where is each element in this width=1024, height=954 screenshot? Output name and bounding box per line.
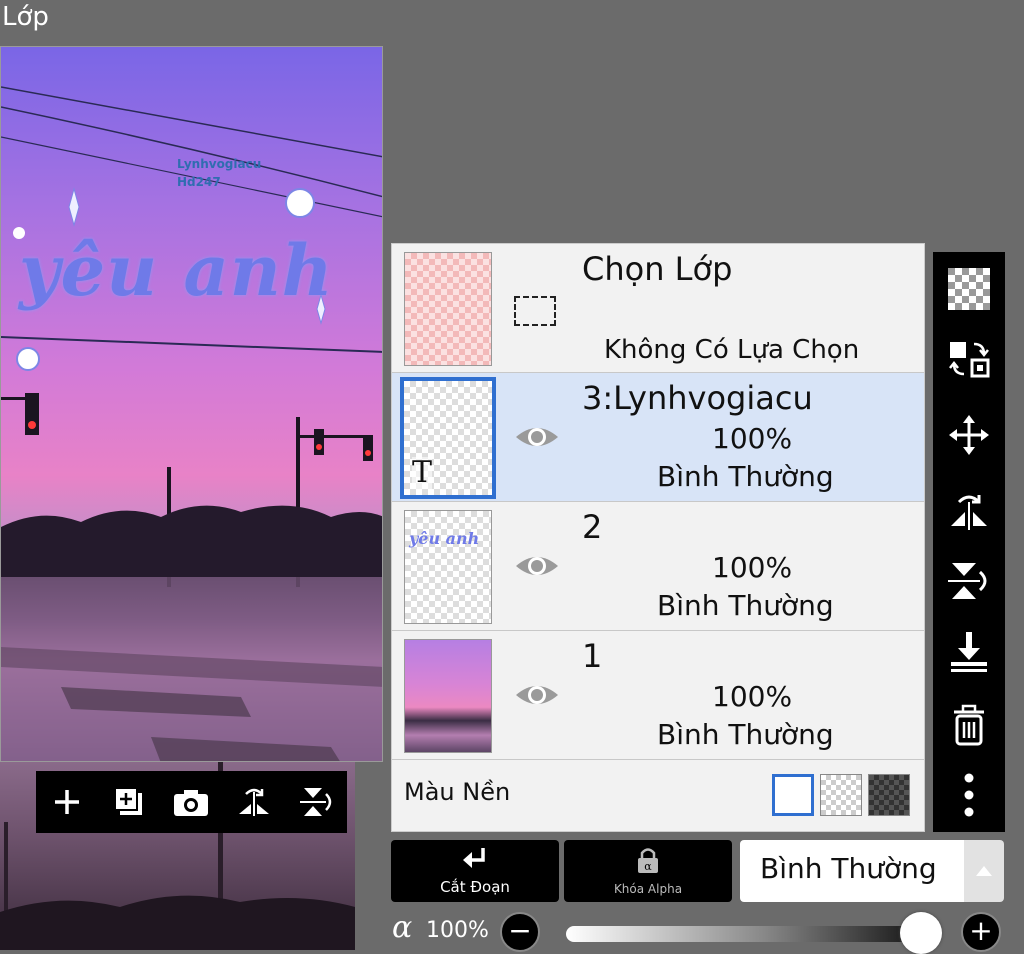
selection-status: Không Có Lựa Chọn	[604, 335, 860, 365]
layer-blend-mode: Bình Thường	[657, 589, 834, 622]
layer-name: 1	[582, 637, 603, 675]
opacity-increase-button[interactable]: +	[961, 912, 1001, 952]
visibility-eye-icon[interactable]	[514, 419, 560, 455]
alpha-lock-button[interactable]: α Khóa Alpha	[564, 840, 732, 902]
selection-marquee-icon	[514, 296, 556, 326]
visibility-eye-icon[interactable]	[514, 677, 560, 713]
duplicate-layer-icon[interactable]	[104, 777, 154, 827]
opacity-slider-track[interactable]	[566, 926, 926, 942]
blend-mode-dropdown-button[interactable]	[964, 840, 1004, 902]
canvas-preview[interactable]: Lynhvogiacu Hd247 yêu anh	[0, 46, 383, 762]
layer-opacity: 100%	[712, 551, 793, 584]
blend-mode-select[interactable]: Bình Thường	[740, 840, 964, 902]
opacity-decrease-button[interactable]: −	[500, 912, 540, 952]
layer-row-3[interactable]: T 3:Lynhvogiacu 100% Bình Thường	[392, 373, 924, 502]
layer-2-thumbnail: yêu anh	[404, 510, 492, 624]
layer-3-thumbnail: T	[400, 377, 496, 499]
svg-text:α: α	[644, 860, 652, 873]
layer-tool-column	[933, 252, 1005, 832]
layer-opacity: 100%	[712, 422, 793, 455]
flip-vertical-icon[interactable]	[944, 556, 994, 606]
alpha-lock-label: Khóa Alpha	[613, 882, 683, 896]
merge-down-icon[interactable]	[944, 626, 994, 676]
opacity-value: 100%	[426, 918, 489, 943]
lock-icon: α	[638, 848, 658, 873]
canvas-scene	[1, 86, 382, 761]
background-color-row: Màu Nền	[392, 762, 924, 828]
watermark-line1: Lynhvogiacu	[177, 157, 262, 171]
layer-name: 2	[582, 508, 603, 546]
selection-layer-title: Chọn Lớp	[582, 250, 733, 288]
layer-blend-mode: Bình Thường	[657, 718, 834, 751]
layer-row-2[interactable]: yêu anh 2 100% Bình Thường	[392, 502, 924, 631]
clipping-label: Cắt Đoạn	[440, 878, 510, 896]
background-white-swatch[interactable]	[772, 774, 814, 816]
transform-icon[interactable]	[944, 334, 994, 384]
canvas-main-text: yêu anh	[19, 229, 334, 312]
trash-icon[interactable]	[944, 700, 994, 750]
visibility-eye-icon[interactable]	[514, 548, 560, 584]
layer-opacity: 100%	[712, 680, 793, 713]
layer-blend-mode: Bình Thường	[657, 460, 834, 493]
camera-icon[interactable]	[166, 777, 216, 827]
move-icon[interactable]	[944, 410, 994, 460]
layer-1-thumbnail	[404, 639, 492, 753]
layer-2-thumb-text: yêu anh	[409, 529, 480, 548]
triangle-up-icon	[976, 866, 992, 876]
blend-mode-value: Bình Thường	[760, 852, 937, 885]
layer-name: 3:Lynhvogiacu	[582, 379, 813, 417]
canvas-toolbar	[36, 771, 347, 833]
clipping-button[interactable]: Cắt Đoạn	[391, 840, 559, 902]
selection-layer-row[interactable]: Chọn Lớp Không Có Lựa Chọn	[392, 244, 924, 373]
more-icon[interactable]	[944, 770, 994, 820]
background-dark-checker-swatch[interactable]	[868, 774, 910, 816]
background-color-label: Màu Nền	[404, 778, 511, 806]
flip-vertical-icon[interactable]	[291, 777, 341, 827]
flip-horizontal-icon[interactable]	[229, 777, 279, 827]
watermark-line2: Hd247	[177, 175, 221, 189]
flip-horizontal-icon[interactable]	[944, 484, 994, 534]
panel-title: Lớp	[2, 2, 49, 32]
layer-row-1[interactable]: 1 100% Bình Thường	[392, 631, 924, 760]
background-transparent-swatch[interactable]	[820, 774, 862, 816]
alpha-symbol: α	[392, 910, 413, 945]
selection-thumbnail	[404, 252, 492, 366]
opacity-slider-thumb[interactable]	[900, 912, 942, 954]
text-layer-icon: T	[412, 455, 433, 490]
add-layer-icon[interactable]	[42, 777, 92, 827]
clipping-arrow-icon	[463, 848, 485, 868]
transparency-icon[interactable]	[944, 264, 994, 314]
layer-panel: Chọn Lớp Không Có Lựa Chọn T 3:Lynhvogia…	[391, 243, 925, 832]
